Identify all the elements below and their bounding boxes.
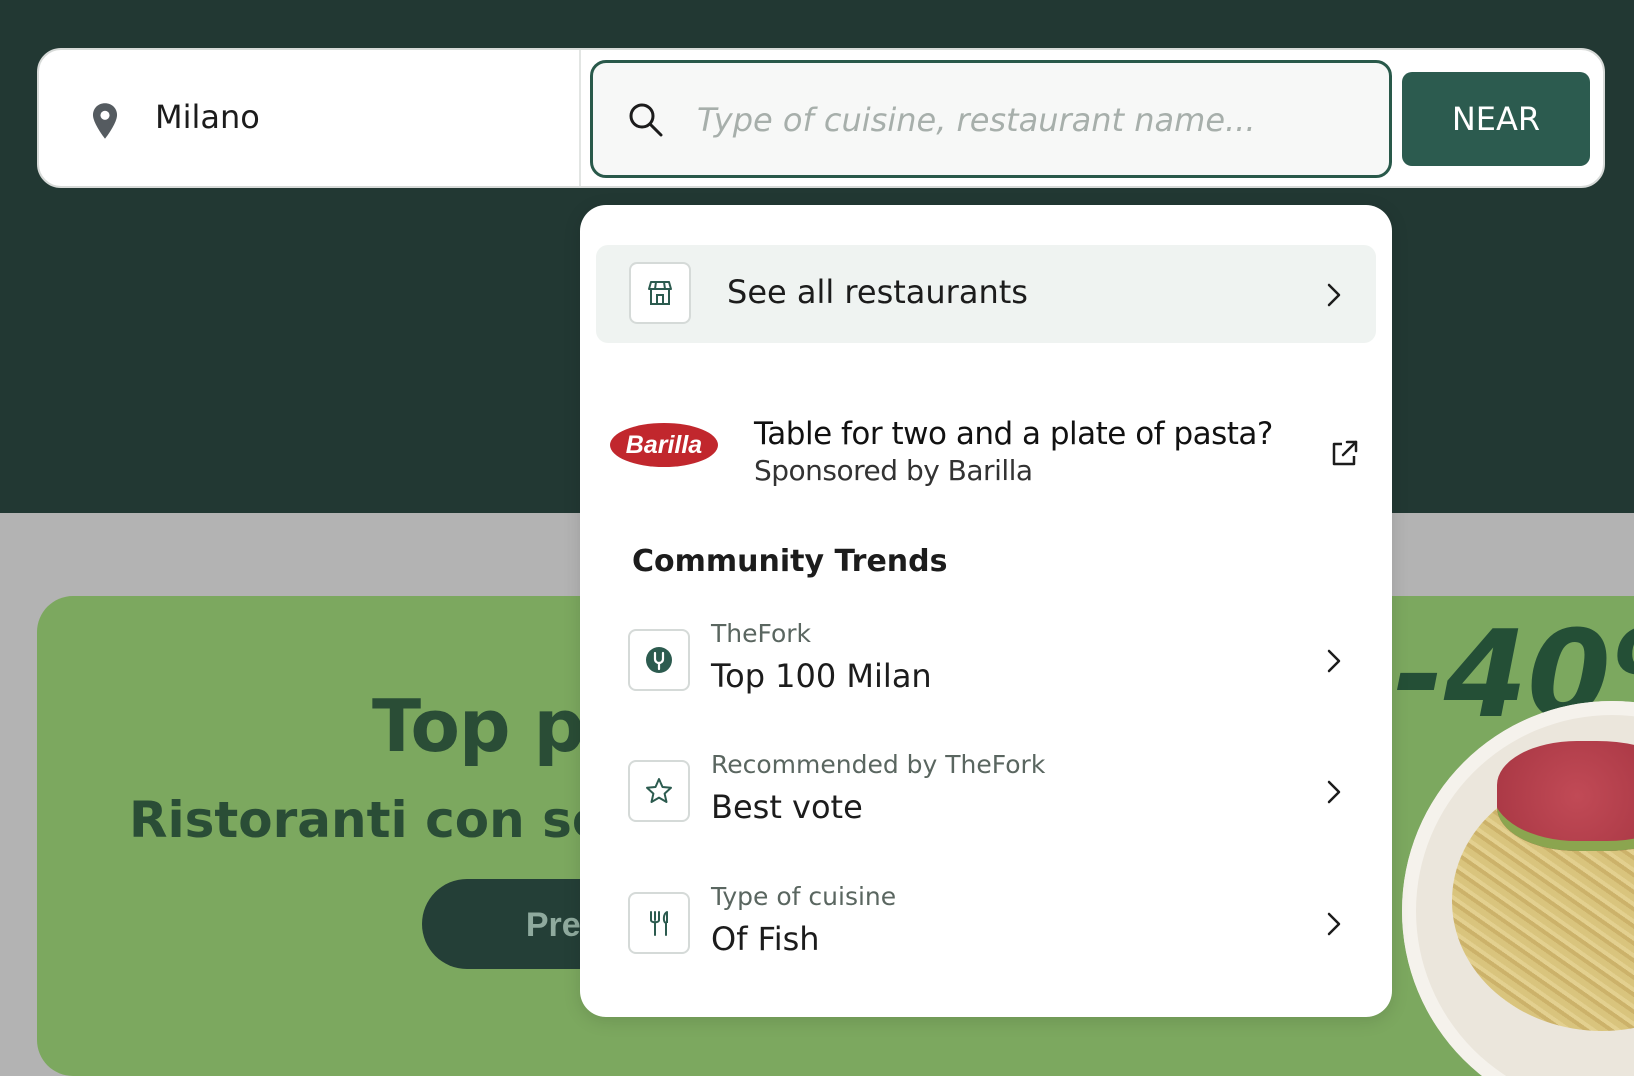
trend-name: Of Fish <box>711 920 820 958</box>
trend-caption: TheFork <box>711 619 812 648</box>
trend-item-best-vote[interactable]: Recommended by TheFork Best vote <box>580 736 1392 846</box>
search-divider <box>579 50 581 186</box>
trend-caption: Type of cuisine <box>711 882 897 911</box>
search-bar: Milano NEAR <box>37 48 1605 188</box>
trend-caption: Recommended by TheFork <box>711 750 1046 779</box>
chevron-right-icon <box>1327 283 1341 307</box>
near-button[interactable]: NEAR <box>1402 72 1590 166</box>
trend-item-top-100-milan[interactable]: TheFork Top 100 Milan <box>580 605 1392 715</box>
community-trends-heading: Community Trends <box>632 544 948 579</box>
svg-text:Barilla: Barilla <box>626 431 703 459</box>
sponsored-title: Table for two and a plate of pasta? <box>754 416 1273 452</box>
chevron-right-icon <box>1327 780 1341 804</box>
storefront-icon <box>629 262 691 324</box>
trend-name: Best vote <box>711 788 863 826</box>
thefork-logo-icon <box>628 629 690 691</box>
see-all-restaurants-label: See all restaurants <box>727 273 1028 311</box>
promo-title: Top p <box>372 684 585 768</box>
location-field[interactable]: Milano <box>39 50 579 186</box>
promo-subtitle: Ristoranti con sc <box>129 791 602 849</box>
chevron-right-icon <box>1327 649 1341 673</box>
search-input[interactable] <box>697 95 1357 145</box>
sponsored-subtitle: Sponsored by Barilla <box>754 454 1033 487</box>
trend-name: Top 100 Milan <box>711 657 932 695</box>
barilla-logo: Barilla <box>610 423 718 467</box>
external-link-icon <box>1332 440 1358 466</box>
sponsored-barilla-item[interactable]: Barilla Table for two and a plate of pas… <box>580 400 1392 510</box>
location-value: Milano <box>155 98 260 136</box>
star-icon <box>628 760 690 822</box>
see-all-restaurants-item[interactable]: See all restaurants <box>596 245 1376 343</box>
trend-item-of-fish[interactable]: Type of cuisine Of Fish <box>580 868 1392 978</box>
search-suggestions-dropdown: See all restaurants Barilla Table for tw… <box>580 205 1392 1017</box>
query-field[interactable] <box>590 60 1392 178</box>
tuna-image <box>1497 741 1634 851</box>
fork-knife-icon <box>628 892 690 954</box>
chevron-right-icon <box>1327 912 1341 936</box>
pasta-dish-image <box>1402 701 1634 1076</box>
location-pin-icon <box>92 103 118 139</box>
search-icon <box>629 103 663 137</box>
